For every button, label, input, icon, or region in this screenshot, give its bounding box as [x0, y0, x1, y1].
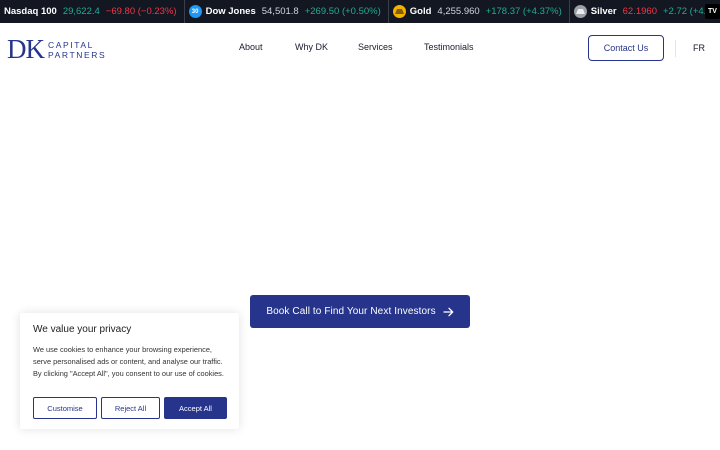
ticker-price: 29,622.4	[62, 6, 100, 17]
tradingview-logo[interactable]: TV	[705, 4, 720, 19]
ticker-change: −69.80 (−0.23%)	[105, 6, 177, 17]
customise-button[interactable]: Customise	[33, 397, 97, 419]
ticker-price: 62.1960	[622, 6, 657, 17]
ticker-item-gold[interactable]: Gold 4,255.960 +178.37 (+4.37%)	[389, 0, 570, 23]
ticker-price: 54,501.8	[261, 6, 299, 17]
ticker-symbol: Gold	[409, 6, 432, 17]
book-call-label: Book Call to Find Your Next Investors	[266, 306, 436, 317]
company-logo[interactable]: DK CAPITAL PARTNERS	[7, 36, 106, 63]
cookie-title: We value your privacy	[33, 324, 132, 335]
cookie-actions: Customise Reject All Accept All	[33, 397, 227, 419]
ticker-track: Nasdaq 100 29,622.4 −69.80 (−0.23%) 30 D…	[0, 0, 720, 23]
nav-why-dk[interactable]: Why DK	[295, 42, 328, 52]
ticker-item-nasdaq[interactable]: Nasdaq 100 29,622.4 −69.80 (−0.23%)	[0, 0, 185, 23]
logo-line-capital: CAPITAL	[48, 39, 94, 50]
cookie-description: We use cookies to enhance your browsing …	[33, 345, 224, 378]
ticker-symbol: Nasdaq 100	[4, 6, 57, 17]
ticker-item-dow-jones[interactable]: 30 Dow Jones 54,501.8 +269.50 (+0.50%)	[185, 0, 389, 23]
logo-mark: DK	[7, 34, 45, 64]
ticker-item-silver[interactable]: Silver 62.1960 +2.72 (+4.5	[570, 0, 719, 23]
ticker-tape: Nasdaq 100 29,622.4 −69.80 (−0.23%) 30 D…	[0, 0, 720, 23]
language-switch[interactable]: FR	[693, 43, 705, 53]
ticker-symbol: Dow Jones	[205, 6, 256, 17]
book-call-button[interactable]: Book Call to Find Your Next Investors	[250, 295, 470, 328]
arrow-right-icon	[443, 307, 454, 317]
dow-jones-icon: 30	[188, 5, 202, 18]
ticker-price: 4,255.960	[437, 6, 480, 17]
ticker-symbol: Silver	[590, 6, 617, 17]
nav-services[interactable]: Services	[358, 42, 393, 52]
contact-us-button[interactable]: Contact Us	[588, 35, 664, 61]
site-header: DK CAPITAL PARTNERS About Why DK Service…	[0, 23, 720, 73]
ticker-change: +269.50 (+0.50%)	[304, 6, 381, 17]
cookie-consent-banner: We value your privacy We use cookies to …	[20, 313, 239, 429]
logo-wordmark: CAPITAL PARTNERS	[48, 40, 106, 60]
logo-line-partners: PARTNERS	[48, 49, 107, 60]
gold-bar-icon	[392, 5, 406, 18]
silver-bar-icon	[573, 5, 587, 18]
reject-all-button[interactable]: Reject All	[101, 397, 160, 419]
nav-about[interactable]: About	[239, 42, 263, 52]
header-divider	[675, 40, 676, 57]
ticker-change: +178.37 (+4.37%)	[485, 6, 562, 17]
accept-all-button[interactable]: Accept All	[164, 397, 227, 419]
nav-testimonials[interactable]: Testimonials	[424, 42, 474, 52]
